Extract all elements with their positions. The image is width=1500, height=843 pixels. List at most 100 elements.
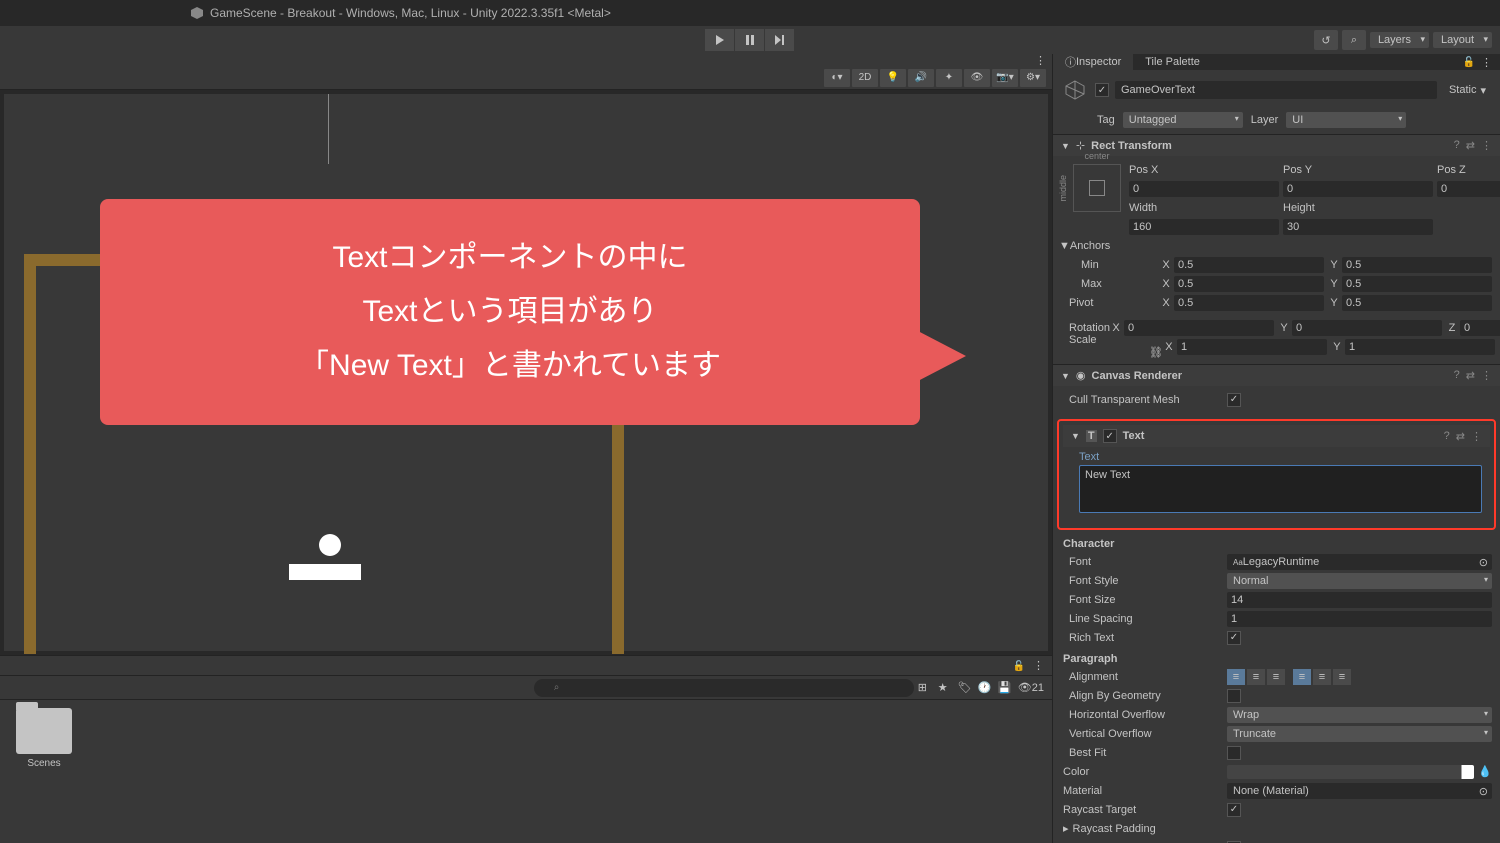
hidden-icon[interactable]: 👁 — [964, 69, 990, 87]
layers-dropdown[interactable]: Layers — [1370, 32, 1429, 48]
pause-button[interactable] — [735, 29, 765, 51]
search-icon[interactable]: ⌕ — [1342, 30, 1366, 50]
menu-icon[interactable] — [1471, 430, 1482, 443]
anchor-maxx[interactable] — [1174, 276, 1324, 292]
component-header[interactable]: ▼ T ✓ Text ?⇄ — [1063, 425, 1490, 447]
anchor-minx[interactable] — [1174, 257, 1324, 273]
pivot-x[interactable] — [1174, 295, 1324, 311]
height-field[interactable] — [1283, 219, 1433, 235]
menu-icon[interactable] — [1481, 139, 1492, 152]
width-field[interactable] — [1129, 219, 1279, 235]
play-button[interactable] — [705, 29, 735, 51]
raycast-target-checkbox[interactable]: ✓ — [1227, 803, 1241, 817]
pivot-y[interactable] — [1342, 295, 1492, 311]
main-toolbar: ↺ ⌕ Layers Layout — [0, 26, 1500, 54]
link-icon[interactable]: ⛓ — [1149, 347, 1163, 359]
play-controls — [705, 29, 795, 51]
align-bottom-button[interactable]: ≡ — [1333, 669, 1351, 685]
camera-icon[interactable]: 📷▾ — [992, 69, 1018, 87]
hidden-count[interactable]: 👁21 — [1018, 681, 1044, 694]
layout-dropdown[interactable]: Layout — [1433, 32, 1492, 48]
highlight-box: ▼ T ✓ Text ?⇄ Text New Text — [1057, 419, 1496, 530]
text-content-input[interactable]: New Text — [1079, 465, 1482, 513]
menu-icon[interactable] — [1481, 369, 1492, 382]
gameobject-name-field[interactable]: GameOverText — [1115, 81, 1437, 99]
project-search-input[interactable] — [534, 679, 914, 697]
canvas-renderer-icon: ◉ — [1076, 369, 1086, 382]
anchor-miny[interactable] — [1342, 257, 1492, 273]
callout-line: 「New Text」と書かれています — [140, 339, 880, 393]
callout-arrow-icon — [916, 330, 966, 382]
anchor-maxy[interactable] — [1342, 276, 1492, 292]
posx-field[interactable] — [1129, 181, 1279, 197]
tab-tile-palette[interactable]: Tile Palette — [1133, 54, 1212, 70]
component-header[interactable]: ▼ ◉ Canvas Renderer ?⇄ — [1053, 365, 1500, 386]
favorite-icon[interactable]: ★ — [938, 681, 954, 695]
rich-text-checkbox[interactable]: ✓ — [1227, 631, 1241, 645]
step-button[interactable] — [765, 29, 795, 51]
folder-scenes[interactable]: Scenes — [8, 708, 80, 835]
cull-checkbox[interactable]: ✓ — [1227, 393, 1241, 407]
shading-dropdown[interactable]: ◐▾ — [824, 69, 850, 87]
menu-icon[interactable] — [1033, 659, 1044, 672]
lock-icon[interactable] — [1463, 56, 1475, 69]
component-header[interactable]: ▼ ⊹ Rect Transform ?⇄ — [1053, 135, 1500, 156]
v-overflow-dropdown[interactable]: Truncate — [1227, 726, 1492, 742]
raycast-padding-label[interactable]: Raycast Padding — [1073, 823, 1156, 835]
font-style-dropdown[interactable]: Normal — [1227, 573, 1492, 589]
preset-icon[interactable]: ⇄ — [1466, 139, 1475, 152]
light-icon[interactable]: 💡 — [880, 69, 906, 87]
align-geometry-checkbox[interactable] — [1227, 689, 1241, 703]
anchor-preset-button[interactable]: center middle — [1073, 164, 1121, 212]
font-field[interactable]: AaLegacyRuntime — [1227, 554, 1492, 570]
effects-icon[interactable]: ✦ — [936, 69, 962, 87]
undo-history-icon[interactable]: ↺ — [1314, 30, 1338, 50]
static-dropdown[interactable]: Static ▾ — [1443, 82, 1492, 99]
menu-icon[interactable] — [1481, 56, 1492, 69]
menu-icon[interactable] — [1035, 54, 1046, 67]
posz-field[interactable] — [1437, 181, 1500, 197]
align-left-button[interactable]: ≡ — [1227, 669, 1245, 685]
character-section: Character — [1063, 538, 1492, 550]
tab-inspector[interactable]: ⓘ Inspector — [1053, 54, 1133, 70]
scale-x[interactable] — [1177, 339, 1327, 355]
posy-field[interactable] — [1283, 181, 1433, 197]
preset-icon[interactable]: ⇄ — [1456, 430, 1465, 443]
filter-icon[interactable]: ⊞ — [918, 681, 934, 695]
h-overflow-dropdown[interactable]: Wrap — [1227, 707, 1492, 723]
color-field[interactable] — [1227, 765, 1474, 779]
gizmos-icon[interactable]: ⚙▾ — [1020, 69, 1046, 87]
text-enabled-checkbox[interactable]: ✓ — [1103, 429, 1117, 443]
active-checkbox[interactable]: ✓ — [1095, 83, 1109, 97]
align-top-button[interactable]: ≡ — [1293, 669, 1311, 685]
align-middle-button[interactable]: ≡ — [1313, 669, 1331, 685]
font-size-field[interactable] — [1227, 592, 1492, 608]
folder-label: Scenes — [27, 758, 60, 769]
lock-icon[interactable] — [1013, 660, 1025, 672]
anchors-label[interactable]: Anchors — [1070, 240, 1110, 252]
gameobject-icon[interactable] — [1061, 76, 1089, 104]
align-right-button[interactable]: ≡ — [1267, 669, 1285, 685]
unity-icon — [190, 6, 204, 20]
help-icon[interactable]: ? — [1454, 139, 1460, 152]
help-icon[interactable]: ? — [1444, 430, 1450, 443]
help-icon[interactable]: ? — [1454, 369, 1460, 382]
align-center-button[interactable]: ≡ — [1247, 669, 1265, 685]
save-icon[interactable]: 💾 — [998, 681, 1014, 695]
text-icon: T — [1086, 430, 1097, 442]
rot-z[interactable] — [1460, 320, 1500, 336]
rot-y[interactable] — [1292, 320, 1442, 336]
line-spacing-field[interactable] — [1227, 611, 1492, 627]
audio-icon[interactable]: 🔊 — [908, 69, 934, 87]
material-field[interactable]: None (Material) — [1227, 783, 1492, 799]
layer-dropdown[interactable]: UI — [1286, 112, 1406, 128]
clock-icon[interactable]: 🕐 — [978, 681, 994, 695]
label-icon[interactable]: 🏷 — [958, 681, 974, 695]
tag-dropdown[interactable]: Untagged — [1123, 112, 1243, 128]
eyedropper-icon[interactable]: 💧 — [1478, 765, 1492, 778]
2d-toggle[interactable]: 2D — [852, 69, 878, 87]
scale-y[interactable] — [1345, 339, 1495, 355]
callout-line: Textコンポーネントの中に — [140, 231, 880, 285]
best-fit-checkbox[interactable] — [1227, 746, 1241, 760]
preset-icon[interactable]: ⇄ — [1466, 369, 1475, 382]
